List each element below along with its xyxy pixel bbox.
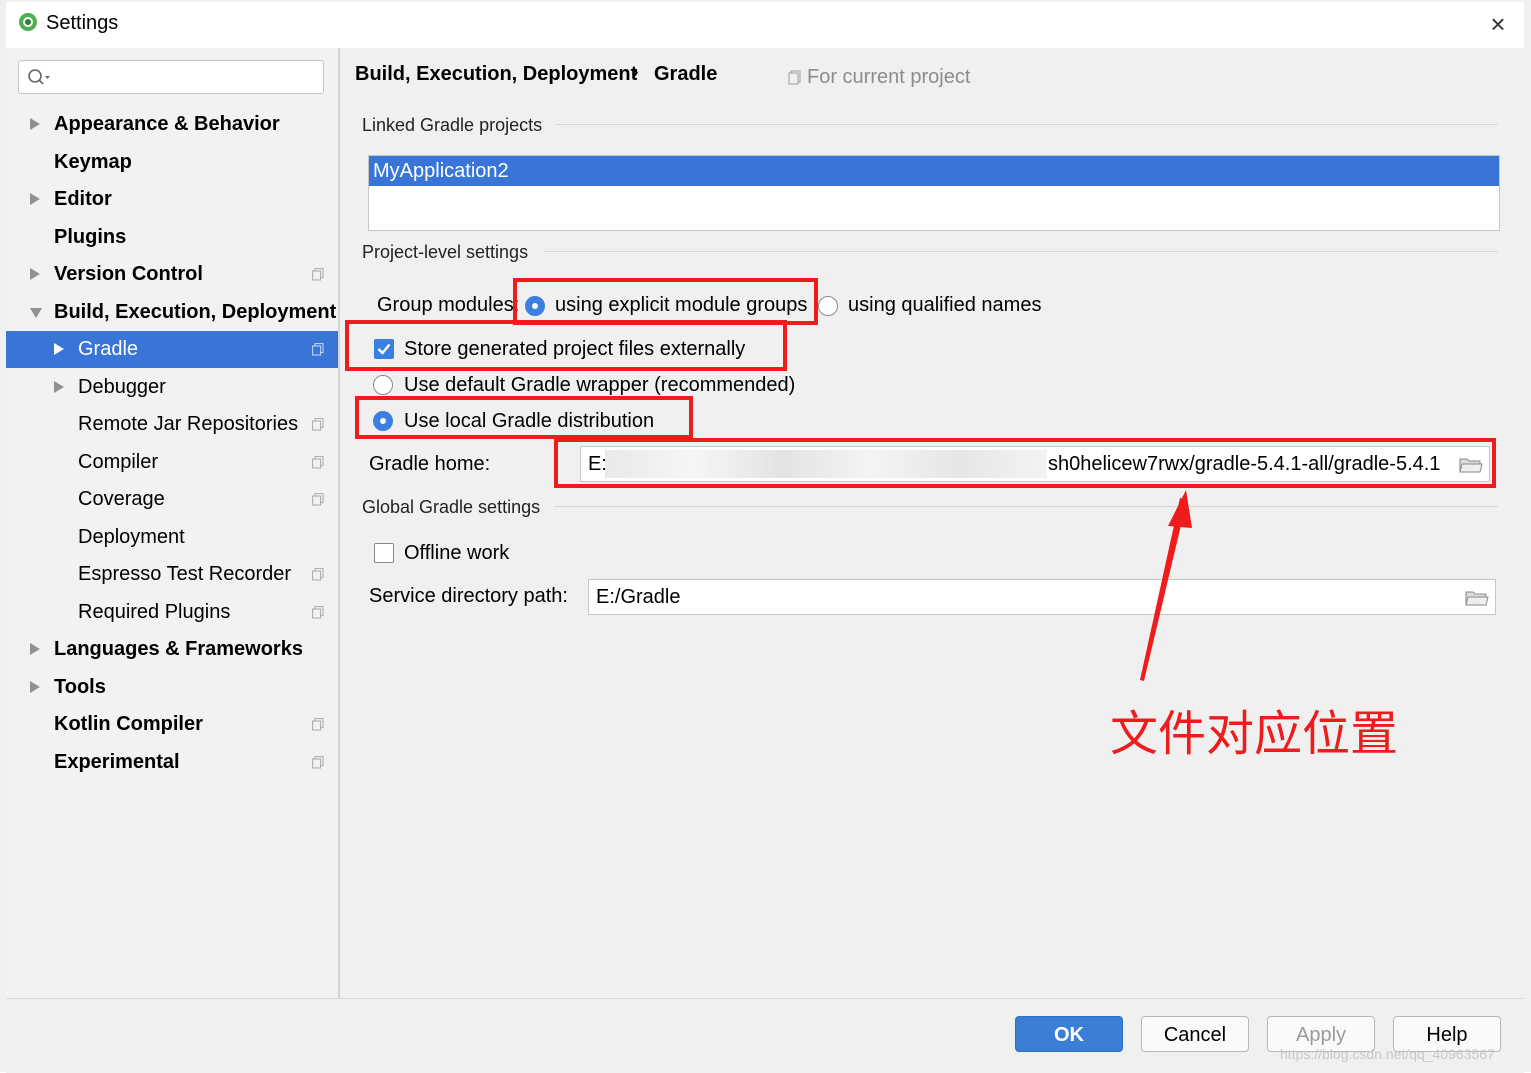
radio-default-wrapper[interactable]: [373, 375, 393, 395]
highlight-box-gradle-home: [554, 438, 1496, 488]
sidebar-item-label: Kotlin Compiler: [54, 713, 203, 735]
service-directory-field[interactable]: E:/Gradle: [588, 579, 1496, 615]
chevron-right-icon[interactable]: [54, 381, 64, 393]
sidebar-item-label: Editor: [54, 188, 112, 210]
sidebar-item-kotlin-compiler[interactable]: Kotlin Compiler: [6, 706, 338, 743]
cancel-button[interactable]: Cancel: [1141, 1016, 1249, 1052]
chevron-down-icon[interactable]: [30, 308, 42, 318]
chevron-right-icon[interactable]: [30, 681, 40, 693]
project-scope-icon: [312, 756, 324, 769]
sidebar-item-deployment[interactable]: Deployment: [6, 519, 338, 556]
sidebar-item-label: Plugins: [54, 226, 127, 248]
option-default-wrapper[interactable]: Use default Gradle wrapper (recommended): [404, 374, 795, 397]
highlight-box-store-externally: [345, 320, 787, 371]
gradle-home-label: Gradle home:: [369, 453, 491, 475]
sidebar-item-debugger[interactable]: Debugger: [6, 369, 338, 406]
separator: [554, 506, 1498, 507]
android-studio-icon: [19, 13, 37, 31]
chevron-right-icon[interactable]: [54, 343, 64, 355]
project-scope-icon: [312, 456, 324, 469]
window-title: Settings: [46, 12, 119, 34]
service-directory-value: E:/Gradle: [596, 586, 681, 608]
breadcrumb-current: Gradle: [654, 63, 718, 85]
scope-note: For current project: [807, 66, 971, 88]
global-settings-title: Global Gradle settings: [362, 497, 541, 517]
radio-qualified-names[interactable]: [818, 296, 838, 316]
sidebar-item-label: Build, Execution, Deployment: [54, 301, 337, 323]
offline-work-checkbox[interactable]: [374, 543, 394, 563]
sidebar-item-label: Deployment: [78, 526, 185, 548]
sidebar-item-gradle[interactable]: Gradle: [6, 331, 338, 368]
sidebar-item-tools[interactable]: Tools: [6, 669, 338, 706]
watermark: https://blog.csdn.net/qq_40963567: [1280, 1046, 1495, 1062]
breadcrumb-parent[interactable]: Build, Execution, Deployment: [355, 63, 637, 86]
ok-button[interactable]: OK: [1015, 1016, 1123, 1052]
sidebar-item-label: Tools: [54, 676, 106, 698]
chevron-right-icon[interactable]: [30, 118, 40, 130]
sidebar-item-editor[interactable]: Editor: [6, 181, 338, 218]
project-scope-icon: [312, 268, 324, 281]
sidebar-item-label: Coverage: [78, 488, 165, 510]
sidebar-item-label: Remote Jar Repositories: [78, 413, 299, 435]
sidebar-item-appearance-behavior[interactable]: Appearance & Behavior: [6, 106, 338, 143]
close-icon[interactable]: ×: [1484, 10, 1512, 38]
sidebar-item-label: Languages & Frameworks: [54, 638, 303, 660]
separator: [544, 251, 1498, 252]
service-directory-label: Service directory path:: [369, 585, 568, 607]
sidebar-item-label: Required Plugins: [78, 601, 231, 623]
sidebar-item-label: Gradle: [78, 338, 139, 360]
option-qualified-names[interactable]: using qualified names: [848, 294, 1041, 317]
sidebar-item-label: Experimental: [54, 751, 180, 773]
search-icon: [28, 69, 50, 85]
project-scope-icon: [312, 606, 324, 619]
settings-dialog: Settings × Appearance & Behavior Keymap Ed…: [0, 0, 1531, 1073]
group-modules-label: Group modules:: [377, 294, 520, 316]
offline-work-label[interactable]: Offline work: [404, 542, 509, 565]
separator: [556, 124, 1498, 125]
sidebar-item-label: Version Control: [54, 263, 203, 285]
annotation-arrow-icon: [1140, 490, 1192, 681]
chevron-right-icon[interactable]: [30, 268, 40, 280]
highlight-box-group-modules: [513, 278, 818, 325]
sidebar-item-label: Debugger: [78, 376, 166, 398]
sidebar-item-version-control[interactable]: Version Control: [6, 256, 338, 293]
sidebar-item-espresso-test-recorder[interactable]: Espresso Test Recorder: [6, 556, 338, 593]
project-scope-icon: [312, 343, 324, 356]
project-level-title: Project-level settings: [362, 242, 529, 262]
linked-projects-title: Linked Gradle projects: [362, 115, 543, 135]
sidebar-item-label: Keymap: [54, 151, 132, 173]
sidebar-item-label: Compiler: [78, 451, 159, 473]
project-scope-icon: [312, 418, 324, 431]
folder-icon[interactable]: [1465, 590, 1489, 606]
sidebar-item-experimental[interactable]: Experimental: [6, 744, 338, 781]
chevron-right-icon[interactable]: [30, 643, 40, 655]
linked-project-name: MyApplication2: [373, 160, 509, 182]
title-bar: [6, 2, 1524, 49]
project-scope-icon: [312, 568, 324, 581]
sidebar-item-languages-frameworks[interactable]: Languages & Frameworks: [6, 631, 338, 668]
sidebar-item-coverage[interactable]: Coverage: [6, 481, 338, 518]
sidebar-item-keymap[interactable]: Keymap: [6, 144, 338, 181]
project-scope-icon: [312, 493, 324, 506]
chevron-right-icon[interactable]: [30, 193, 40, 205]
highlight-box-local-distribution: [355, 396, 693, 439]
sidebar-item-remote-jar-repositories[interactable]: Remote Jar Repositories: [6, 406, 338, 443]
sidebar-item-build-execution-deployment[interactable]: Build, Execution, Deployment: [6, 294, 338, 331]
project-scope-icon: [312, 718, 324, 731]
sidebar-item-label: Appearance & Behavior: [54, 113, 280, 135]
breadcrumb-separator: ›: [632, 61, 639, 83]
sidebar-item-plugins[interactable]: Plugins: [6, 219, 338, 256]
linked-project-item[interactable]: MyApplication2: [369, 156, 1499, 186]
sidebar-item-required-plugins[interactable]: Required Plugins: [6, 594, 338, 631]
sidebar-item-compiler[interactable]: Compiler: [6, 444, 338, 481]
project-scope-icon: [788, 70, 801, 85]
settings-search-input[interactable]: [18, 60, 324, 94]
sidebar-item-label: Espresso Test Recorder: [78, 563, 292, 585]
annotation-text: 文件对应位置: [1110, 706, 1399, 762]
